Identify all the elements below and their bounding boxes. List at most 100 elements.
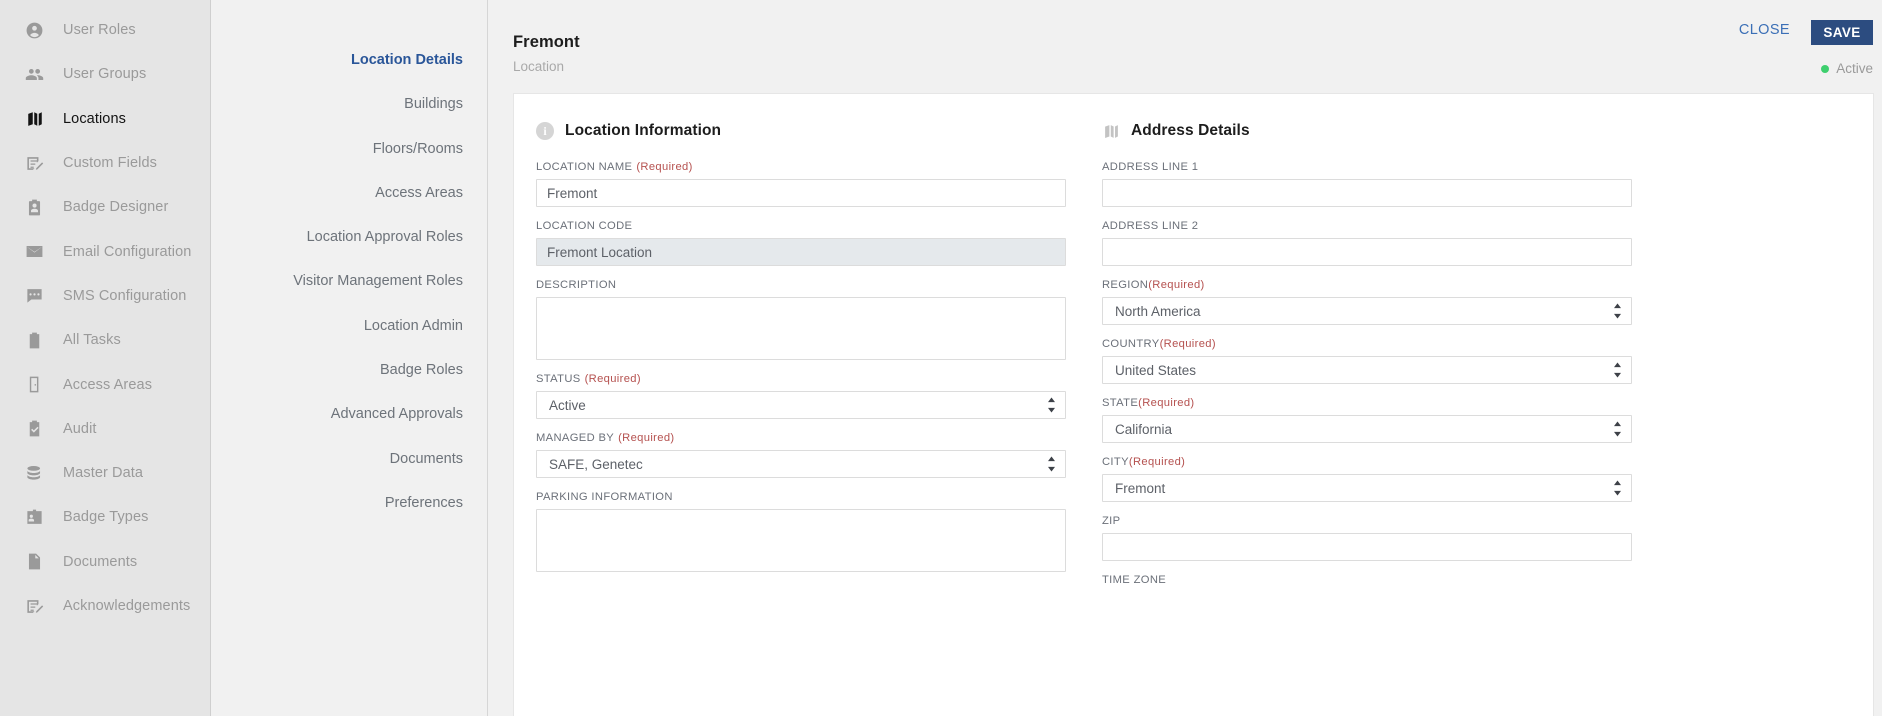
location-name-input[interactable] bbox=[536, 179, 1066, 207]
map-icon bbox=[1102, 122, 1120, 140]
sidebar-item-label: Acknowledgements bbox=[63, 598, 191, 614]
database-icon bbox=[25, 464, 44, 483]
sidebar-item-label: All Tasks bbox=[63, 332, 121, 349]
field-state: STATE(Required) California bbox=[1102, 397, 1632, 443]
field-label: DESCRIPTION bbox=[536, 279, 617, 291]
page-title: Fremont bbox=[513, 33, 580, 51]
envelope-icon bbox=[25, 242, 44, 261]
people-icon bbox=[25, 65, 44, 84]
sidebar-item-custom-fields[interactable]: Custom Fields bbox=[0, 141, 210, 185]
field-label: ADDRESS LINE 2 bbox=[1102, 220, 1199, 232]
subnav-item-visitor-management-roles[interactable]: Visitor Management Roles bbox=[211, 259, 487, 303]
section-header: Address Details bbox=[1102, 122, 1630, 140]
info-circle-icon: i bbox=[536, 122, 554, 140]
section-title: Location Information bbox=[565, 122, 722, 139]
sidebar-item-sms-configuration[interactable]: SMS Configuration bbox=[0, 274, 210, 318]
required-marker: (Required) bbox=[1138, 397, 1195, 409]
close-button[interactable]: CLOSE bbox=[1739, 22, 1790, 38]
zip-input[interactable] bbox=[1102, 533, 1632, 561]
subnav-item-location-approval-roles[interactable]: Location Approval Roles bbox=[211, 215, 487, 259]
field-time-zone: TIME ZONE bbox=[1102, 574, 1630, 586]
sidebar-item-label: Access Areas bbox=[63, 376, 153, 393]
sidebar-item-badge-types[interactable]: Badge Types bbox=[0, 495, 210, 539]
sidebar-item-label: Email Configuration bbox=[63, 243, 192, 260]
sidebar-item-user-roles[interactable]: User Roles bbox=[0, 8, 210, 52]
field-location-code: LOCATION CODE bbox=[536, 220, 1072, 266]
status-dot-icon bbox=[1821, 64, 1830, 73]
primary-sidebar: User Roles User Groups Locations Custom … bbox=[0, 0, 211, 716]
subnav-item-access-areas[interactable]: Access Areas bbox=[211, 171, 487, 215]
sidebar-item-audit[interactable]: Audit bbox=[0, 407, 210, 451]
field-country: COUNTRY(Required) United States bbox=[1102, 338, 1632, 384]
location-details-card: i Location Information LOCATION NAME (Req… bbox=[513, 93, 1874, 716]
region-select[interactable]: North America bbox=[1102, 297, 1632, 325]
form-edit-icon bbox=[25, 597, 44, 616]
form-edit-icon bbox=[25, 154, 44, 173]
sidebar-item-locations[interactable]: Locations bbox=[0, 97, 210, 141]
subnav-item-location-details[interactable]: Location Details bbox=[211, 38, 487, 82]
subnav-item-buildings[interactable]: Buildings bbox=[211, 82, 487, 126]
field-city: CITY(Required) Fremont bbox=[1102, 456, 1632, 502]
field-label: LOCATION CODE bbox=[536, 220, 633, 232]
field-zip: ZIP bbox=[1102, 515, 1632, 561]
field-status: STATUS (Required) Active bbox=[536, 373, 1072, 419]
location-information-section: i Location Information LOCATION NAME (Req… bbox=[514, 122, 1072, 599]
sidebar-item-label: Documents bbox=[63, 553, 138, 570]
field-label: CITY(Required) bbox=[1102, 456, 1186, 468]
sidebar-item-acknowledgements[interactable]: Acknowledgements bbox=[0, 584, 210, 628]
field-address-line-1: ADDRESS LINE 1 bbox=[1102, 161, 1632, 207]
status-select[interactable]: Active bbox=[536, 391, 1066, 419]
field-address-line-2: ADDRESS LINE 2 bbox=[1102, 220, 1632, 266]
field-managed-by: MANAGED BY (Required) SAFE, Genetec bbox=[536, 432, 1072, 478]
sidebar-item-label: Audit bbox=[63, 420, 97, 437]
field-label: PARKING INFORMATION bbox=[536, 491, 673, 503]
country-select[interactable]: United States bbox=[1102, 356, 1632, 384]
parking-information-textarea[interactable] bbox=[536, 509, 1066, 572]
section-header: i Location Information bbox=[536, 122, 1072, 140]
state-select[interactable]: California bbox=[1102, 415, 1632, 443]
sidebar-item-all-tasks[interactable]: All Tasks bbox=[0, 318, 210, 362]
save-button[interactable]: SAVE bbox=[1811, 20, 1873, 45]
sidebar-item-documents[interactable]: Documents bbox=[0, 540, 210, 584]
id-card-icon bbox=[25, 508, 44, 527]
sidebar-item-label: Badge Designer bbox=[63, 199, 169, 216]
subnav-item-location-admin[interactable]: Location Admin bbox=[211, 304, 487, 348]
field-label: LOCATION NAME (Required) bbox=[536, 161, 693, 173]
field-label: STATUS (Required) bbox=[536, 373, 641, 385]
field-label: ADDRESS LINE 1 bbox=[1102, 161, 1199, 173]
sidebar-item-badge-designer[interactable]: Badge Designer bbox=[0, 185, 210, 229]
required-marker: (Required) bbox=[1159, 338, 1216, 350]
subnav-item-preferences[interactable]: Preferences bbox=[211, 481, 487, 525]
sidebar-item-label: Custom Fields bbox=[63, 155, 157, 172]
clipboard-check-icon bbox=[25, 419, 44, 438]
status-badge: Active bbox=[1821, 61, 1873, 76]
document-icon bbox=[25, 552, 44, 571]
field-label: TIME ZONE bbox=[1102, 574, 1167, 586]
required-marker: (Required) bbox=[1148, 279, 1205, 291]
required-marker: (Required) bbox=[618, 432, 675, 444]
managed-by-select[interactable]: SAFE, Genetec bbox=[536, 450, 1066, 478]
address-line-1-input[interactable] bbox=[1102, 179, 1632, 207]
address-line-2-input[interactable] bbox=[1102, 238, 1632, 266]
user-circle-icon bbox=[25, 21, 44, 40]
field-parking-information: PARKING INFORMATION bbox=[536, 491, 1072, 572]
city-select[interactable]: Fremont bbox=[1102, 474, 1632, 502]
required-marker: (Required) bbox=[584, 373, 641, 385]
subnav-item-advanced-approvals[interactable]: Advanced Approvals bbox=[211, 392, 487, 436]
subnav-item-documents[interactable]: Documents bbox=[211, 437, 487, 481]
subnav-item-badge-roles[interactable]: Badge Roles bbox=[211, 348, 487, 392]
sidebar-item-user-groups[interactable]: User Groups bbox=[0, 52, 210, 96]
required-marker: (Required) bbox=[636, 161, 693, 173]
door-icon bbox=[25, 375, 44, 394]
sidebar-item-label: User Roles bbox=[63, 22, 136, 39]
subnav-item-floors-rooms[interactable]: Floors/Rooms bbox=[211, 127, 487, 171]
clipboard-list-icon bbox=[25, 331, 44, 350]
address-details-section: Address Details ADDRESS LINE 1 ADDRESS L… bbox=[1072, 122, 1632, 599]
description-textarea[interactable] bbox=[536, 297, 1066, 360]
sidebar-item-access-areas[interactable]: Access Areas bbox=[0, 362, 210, 406]
sidebar-item-master-data[interactable]: Master Data bbox=[0, 451, 210, 495]
page-subtitle: Location bbox=[513, 59, 565, 74]
sidebar-item-email-configuration[interactable]: Email Configuration bbox=[0, 229, 210, 273]
field-label: STATE(Required) bbox=[1102, 397, 1195, 409]
sidebar-item-label: User Groups bbox=[63, 66, 147, 83]
